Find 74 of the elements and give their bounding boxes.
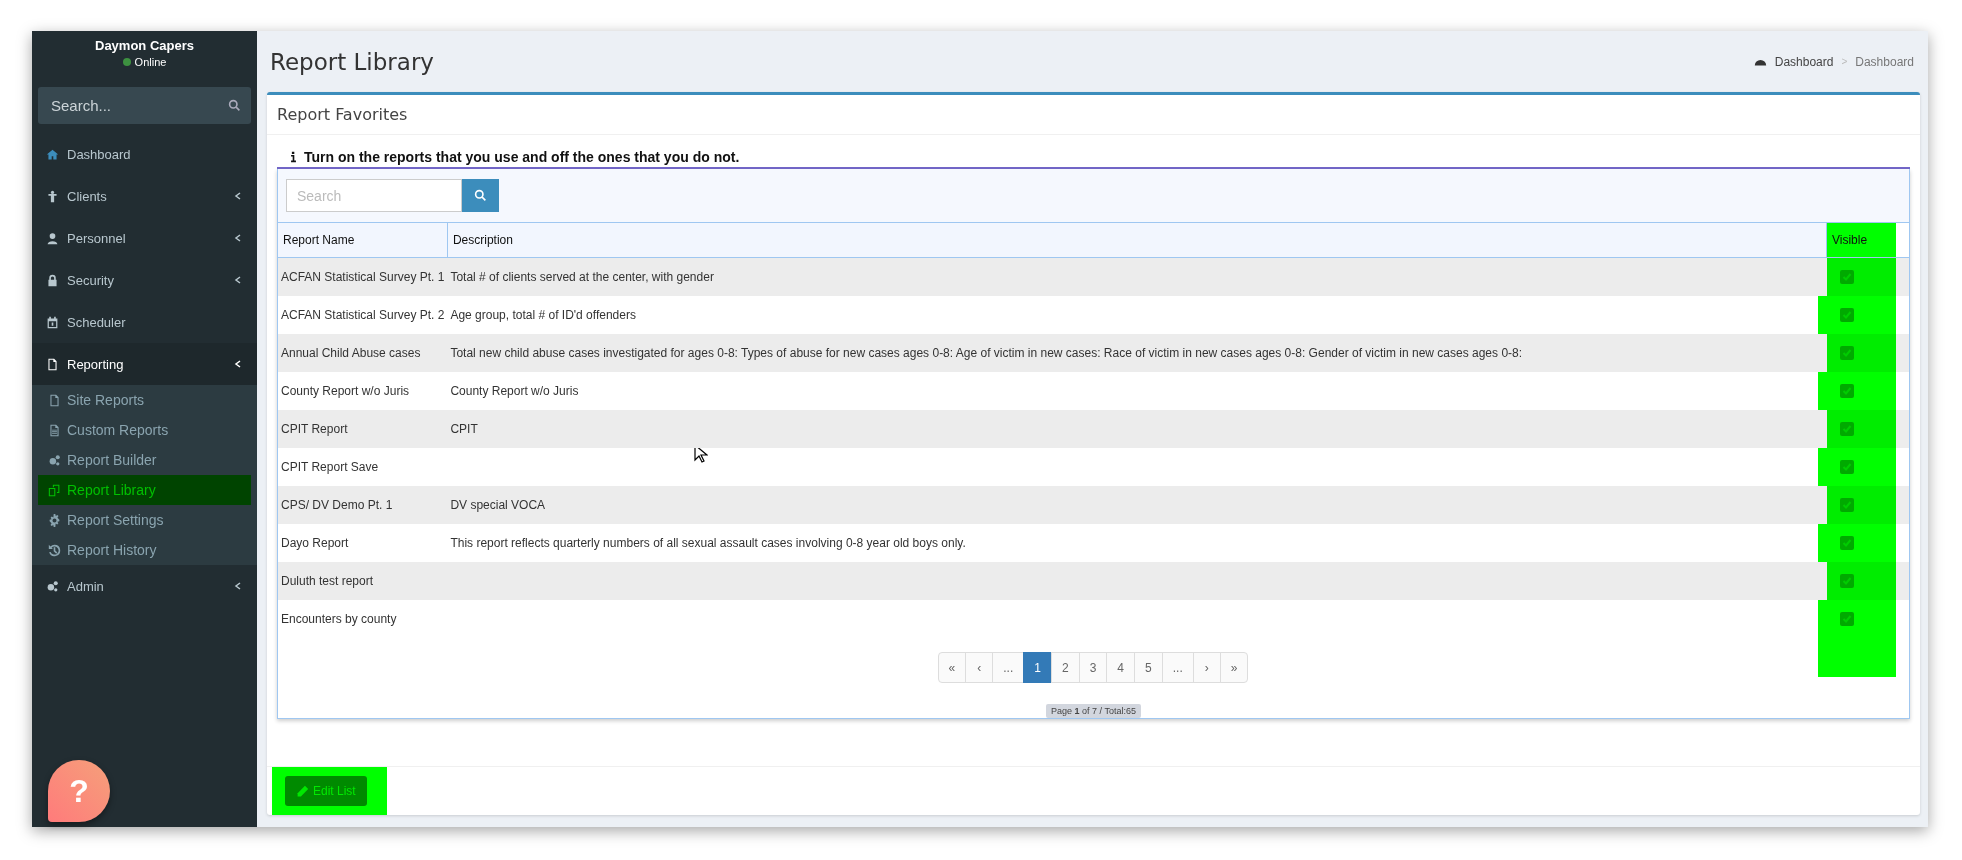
page-button[interactable]: ‹ — [965, 652, 994, 683]
breadcrumb-separator: > — [1841, 56, 1848, 67]
sidebar-item[interactable]: Admin — [32, 565, 257, 607]
page-button[interactable]: « — [937, 652, 967, 683]
submenu-item[interactable]: Report History — [38, 535, 251, 565]
page-button[interactable]: › — [1192, 652, 1221, 683]
table-cell: CPIT — [450, 422, 478, 436]
user-name: Daymon Capers — [95, 38, 194, 53]
search-icon — [228, 99, 241, 112]
chevron-left-icon — [234, 275, 242, 285]
user-icon — [46, 231, 59, 245]
table-cell: Age group, total # of ID'd offenders — [450, 308, 636, 322]
chevron-left-icon — [234, 581, 242, 591]
lock-icon — [46, 273, 59, 287]
table-cell: Annual Child Abuse cases — [278, 334, 448, 372]
column-header: Description — [447, 223, 1827, 258]
table-cell: Dayo Report — [278, 524, 448, 562]
sidebar-item[interactable]: Clients — [32, 175, 257, 217]
sidebar-item[interactable]: Security — [32, 259, 257, 301]
calendar-icon — [46, 315, 59, 329]
chevron-left-icon — [234, 191, 242, 201]
page-button[interactable]: 4 — [1106, 652, 1136, 683]
submenu-item[interactable]: Report Builder — [38, 445, 251, 475]
sidebar-search-field[interactable]: Search... — [38, 87, 251, 124]
table-cell: ACFAN Statistical Survey Pt. 1 — [278, 257, 448, 296]
submenu-item[interactable]: Report Library — [38, 475, 251, 505]
document-icon — [48, 423, 61, 437]
table-search-field[interactable]: Search — [286, 179, 462, 212]
person-icon — [46, 189, 59, 203]
sidebar-item[interactable]: Dashboard — [32, 133, 257, 175]
sidebar-item[interactable]: Scheduler — [32, 301, 257, 343]
page-button[interactable]: » — [1219, 652, 1249, 683]
table-cell: Total # of clients served at the center, with gender — [450, 270, 714, 284]
chevron-left-icon — [234, 233, 242, 243]
table-cell: ACFAN Statistical Survey Pt. 2 — [278, 296, 448, 334]
submenu-item[interactable]: Site Reports — [38, 385, 251, 415]
chevron-left-icon — [234, 359, 242, 369]
breadcrumb-link[interactable]: Dashboard — [1774, 54, 1834, 69]
column-header: Report Name — [278, 223, 448, 258]
table-cell: Total new child abuse cases investigated for ages 0-8: Types of abuse for new cases ages 0-8: Age of victim in new cases: Race of victim in new cases ages 0-8: Gender of victim in new cases ages 0-8: — [450, 346, 1523, 360]
copy-icon — [48, 483, 61, 497]
search-icon — [474, 189, 487, 202]
table-cell: CPIT Report — [278, 410, 448, 448]
info-text: Turn on the reports that you use and off the ones that you do not. — [304, 148, 740, 165]
sidebar-item[interactable]: Reporting — [32, 343, 257, 385]
breadcrumb-current: Dashboard — [1855, 54, 1914, 69]
user-status: Online — [134, 56, 167, 68]
page-button[interactable]: 2 — [1050, 652, 1080, 683]
pencil-icon — [296, 784, 309, 798]
sidebar-item[interactable]: Personnel — [32, 217, 257, 259]
table-cell: County Report w/o Juris — [278, 372, 448, 410]
table-cell: Encounters by county — [278, 600, 448, 638]
history-icon — [48, 543, 61, 557]
gear-icon — [48, 513, 61, 527]
submenu-item[interactable]: Custom Reports — [38, 415, 251, 445]
table-cell: County Report w/o Juris — [450, 384, 579, 398]
search-button[interactable] — [462, 179, 499, 212]
page-button[interactable]: ... — [992, 652, 1025, 683]
page-button[interactable]: 1 — [1023, 652, 1052, 683]
page-button[interactable]: 5 — [1134, 652, 1163, 683]
status-dot — [122, 58, 131, 66]
home-icon — [46, 147, 59, 161]
table-cell: Duluth test report — [278, 562, 448, 600]
file-icon — [46, 357, 59, 371]
submenu-item[interactable]: Report Settings — [38, 505, 251, 535]
page-title: Report Library — [270, 48, 434, 75]
table-cell: This report reflects quarterly numbers of all sexual assault cases involving 0-8 year old boys only. — [450, 536, 966, 550]
page-summary: Page 1 of 7 / Total:65 — [1046, 704, 1141, 718]
file-icon — [48, 393, 61, 407]
card-title: Report Favorites — [277, 105, 408, 124]
table-cell: DV special VOCA — [450, 498, 546, 512]
table-cell: CPIT Report Save — [278, 448, 448, 486]
page-button[interactable]: ... — [1161, 652, 1194, 683]
table-cell: CPS/ DV Demo Pt. 1 — [278, 486, 448, 524]
